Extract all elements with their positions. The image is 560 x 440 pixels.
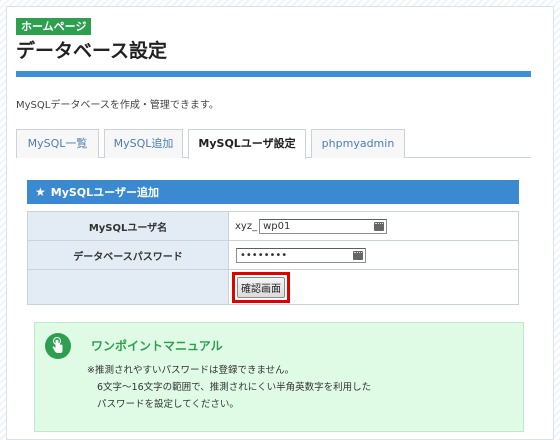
title-underline (16, 71, 531, 77)
keyboard-icon[interactable] (374, 221, 385, 231)
button-cell: 確認画面 (228, 269, 519, 305)
hand-pointer-icon (45, 333, 71, 359)
button-row: 確認画面 (27, 269, 519, 305)
section-header: ★ MySQLユーザー追加 (27, 180, 519, 204)
username-row: MySQLユーザ名 xyz_ wp01 (27, 211, 519, 241)
password-value: •••••••• (240, 249, 288, 261)
empty-label-cell (27, 269, 229, 305)
username-prefix: xyz_ (235, 221, 258, 232)
password-cell: •••••••• (228, 240, 519, 270)
confirm-button[interactable]: 確認画面 (237, 276, 285, 298)
manual-line: ※推測されやすいパスワードは登録できません。 (87, 365, 295, 376)
homepage-badge: ホームページ (16, 18, 92, 35)
manual-line: 6文字〜16文字の範囲で、推測されにくい半角英数字を利用した (97, 382, 372, 393)
tab-mysql-user-settings[interactable]: MySQLユーザ設定 (188, 129, 306, 159)
tab-bar: MySQL一覧 MySQL追加 MySQLユーザ設定 phpmyadmin (16, 129, 531, 159)
page-title: データベース設定 (16, 40, 168, 62)
one-point-manual: ワンポイントマニュアル ※推測されやすいパスワードは登録できません。 6文字〜1… (34, 322, 524, 432)
confirm-button-highlight: 確認画面 (232, 271, 290, 303)
manual-text: ※推測されやすいパスワードは登録できません。 6文字〜16文字の範囲で、推測され… (87, 362, 371, 413)
password-label: データベースパスワード (27, 240, 229, 270)
page-description: MySQLデータベースを作成・管理できます。 (16, 100, 219, 111)
tab-mysql-list[interactable]: MySQL一覧 (16, 129, 99, 158)
section-title: MySQLユーザー追加 (50, 186, 159, 199)
username-label: MySQLユーザ名 (27, 211, 229, 241)
user-add-form: MySQLユーザ名 xyz_ wp01 データベースパスワード •••••••• … (27, 211, 519, 305)
tab-phpmyadmin[interactable]: phpmyadmin (311, 129, 405, 158)
tab-mysql-add[interactable]: MySQL追加 (104, 129, 183, 158)
username-value: wp01 (263, 220, 291, 232)
username-input[interactable]: wp01 (259, 218, 388, 234)
star-icon: ★ (35, 185, 46, 199)
username-cell: xyz_ wp01 (228, 211, 519, 241)
password-input[interactable]: •••••••• (236, 247, 366, 263)
keyboard-icon[interactable] (353, 250, 363, 260)
password-row: データベースパスワード •••••••• (27, 240, 519, 270)
manual-title: ワンポイントマニュアル (91, 339, 223, 353)
manual-line: パスワードを設定してください。 (97, 399, 239, 410)
